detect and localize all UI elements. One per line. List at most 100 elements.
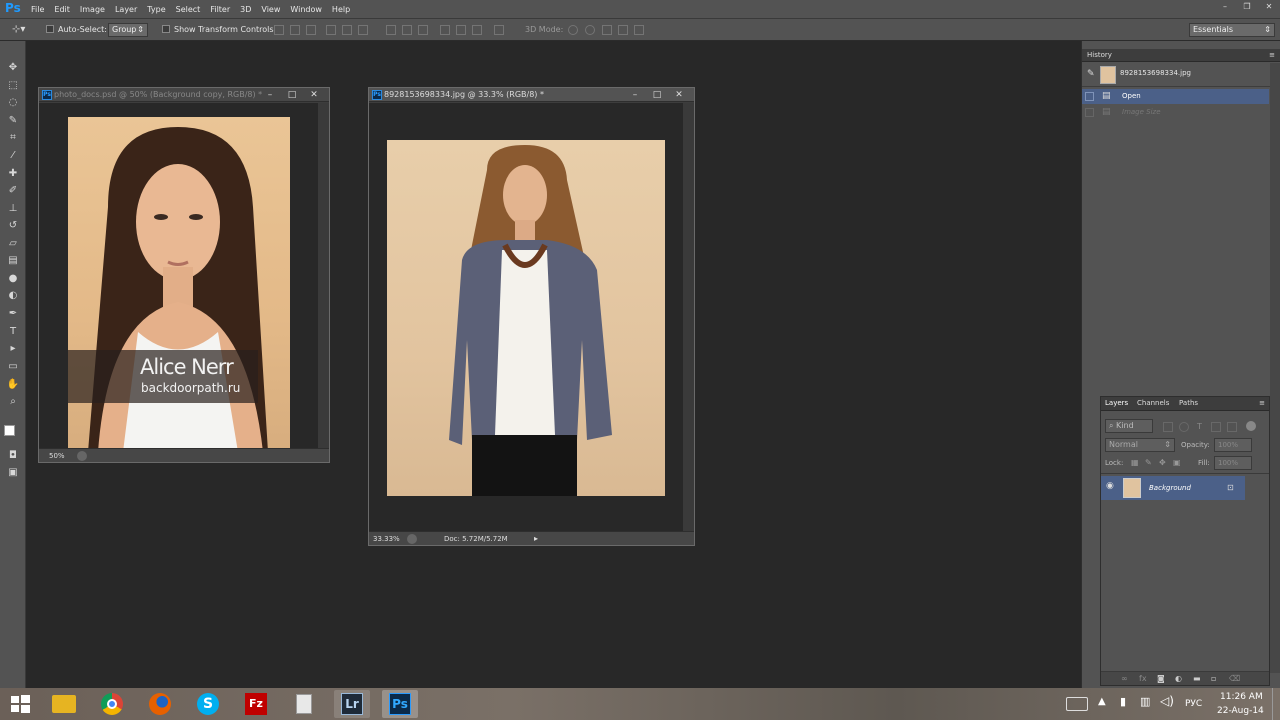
crop-tool-icon[interactable]: ⌗ xyxy=(6,131,20,145)
restore-button[interactable]: ❐ xyxy=(1236,0,1258,13)
lasso-tool-icon[interactable]: ◌ xyxy=(6,96,20,110)
distribute-vcenter-icon[interactable] xyxy=(402,25,412,35)
doc2-zoom-level[interactable]: 33.33% xyxy=(373,532,400,546)
align-hcenter-icon[interactable] xyxy=(342,25,352,35)
history-scrollbar[interactable] xyxy=(1270,63,1280,673)
pen-tool-icon[interactable]: ✒ xyxy=(6,307,20,321)
lock-pixels-icon[interactable]: ▦ xyxy=(1131,458,1139,467)
distribute-top-icon[interactable] xyxy=(386,25,396,35)
history-tab[interactable]: History xyxy=(1087,49,1112,62)
menu-layer[interactable]: Layer xyxy=(110,0,142,19)
doc2-status-menu-icon[interactable] xyxy=(407,534,417,544)
history-state-checkbox[interactable] xyxy=(1085,92,1094,101)
layer-name[interactable]: Background xyxy=(1149,476,1191,500)
shape-tool-icon[interactable]: ▭ xyxy=(6,360,20,374)
hand-tool-icon[interactable]: ✋ xyxy=(6,378,20,392)
minimize-button[interactable]: – xyxy=(1214,0,1236,13)
document-1-canvas[interactable]: Alice Nerr backdoorpath.ru xyxy=(39,103,329,452)
lock-position-icon[interactable]: ✥ xyxy=(1159,458,1166,467)
doc2-restore-button[interactable]: □ xyxy=(646,88,668,102)
distribute-right-icon[interactable] xyxy=(472,25,482,35)
3d-drag-icon[interactable] xyxy=(602,25,612,35)
clock-date[interactable]: 22-Aug-14 xyxy=(1217,706,1264,716)
file-explorer-button[interactable] xyxy=(46,690,82,718)
menu-select[interactable]: Select xyxy=(171,0,206,19)
menu-edit[interactable]: Edit xyxy=(49,0,75,19)
align-left-icon[interactable] xyxy=(326,25,336,35)
trash-icon[interactable]: ⌫ xyxy=(1229,674,1240,683)
menu-3d[interactable]: 3D xyxy=(235,0,256,19)
move-tool-icon[interactable]: ✥ xyxy=(6,61,20,75)
layers-tab[interactable]: Layers xyxy=(1105,397,1128,410)
history-snapshot[interactable]: ✎ 8928153698334.jpg xyxy=(1082,63,1280,87)
doc2-close-button[interactable]: ✕ xyxy=(668,88,690,102)
mask-icon[interactable]: ◙ xyxy=(1157,674,1165,683)
channels-tab[interactable]: Channels xyxy=(1137,397,1169,410)
doc1-zoom-level[interactable]: 50% xyxy=(49,449,65,463)
volume-icon[interactable]: ◁) xyxy=(1160,694,1174,708)
3d-scale-icon[interactable] xyxy=(634,25,644,35)
3d-rotate-icon[interactable] xyxy=(568,25,578,35)
doc1-restore-button[interactable]: □ xyxy=(281,88,303,102)
auto-select-dropdown[interactable]: Group ⇕ xyxy=(108,23,148,37)
filter-pixel-icon[interactable] xyxy=(1163,422,1173,432)
transform-checkbox[interactable] xyxy=(162,25,170,33)
lock-paint-icon[interactable]: ✎ xyxy=(1145,458,1152,467)
filter-adjust-icon[interactable] xyxy=(1179,422,1189,432)
history-state-checkbox[interactable] xyxy=(1085,108,1094,117)
history-item-open[interactable]: ▤ Open xyxy=(1082,89,1269,104)
align-top-icon[interactable] xyxy=(274,25,284,35)
photoshop-button[interactable]: Ps xyxy=(382,690,418,718)
paths-tab[interactable]: Paths xyxy=(1179,397,1198,410)
filter-smart-icon[interactable] xyxy=(1227,422,1237,432)
close-button[interactable]: ✕ xyxy=(1258,0,1280,13)
marquee-tool-icon[interactable]: ⬚ xyxy=(6,79,20,93)
menu-view[interactable]: View xyxy=(256,0,285,19)
document-1-scrollbar[interactable] xyxy=(318,103,329,449)
align-vcenter-icon[interactable] xyxy=(290,25,300,35)
battery-icon[interactable]: ▮ xyxy=(1120,695,1126,708)
lock-all-icon[interactable]: ▣ xyxy=(1173,458,1181,467)
auto-select-checkbox[interactable] xyxy=(46,25,54,33)
windows-start-button[interactable] xyxy=(2,690,38,718)
lightroom-button[interactable]: Lr xyxy=(334,690,370,718)
blend-mode-dropdown[interactable]: Normal ⇕ xyxy=(1105,438,1175,452)
distribute-bottom-icon[interactable] xyxy=(418,25,428,35)
show-desktop-button[interactable] xyxy=(1272,688,1280,720)
skype-button[interactable]: S xyxy=(190,690,226,718)
document-window-2[interactable]: Ps 8928153698334.jpg @ 33.3% (RGB/8) * –… xyxy=(368,87,695,546)
document-2-scrollbar[interactable] xyxy=(683,103,694,532)
zoom-tool-icon[interactable]: ⌕ xyxy=(6,395,20,409)
filezilla-button[interactable]: Fz xyxy=(238,690,274,718)
tray-up-icon[interactable]: ▲ xyxy=(1098,696,1106,707)
foreground-color-swatch[interactable] xyxy=(4,425,15,436)
eraser-tool-icon[interactable]: ▱ xyxy=(6,237,20,251)
new-layer-icon[interactable]: ▫ xyxy=(1211,674,1216,683)
dodge-tool-icon[interactable]: ◐ xyxy=(6,289,20,303)
fill-input[interactable]: 100% xyxy=(1214,456,1252,470)
screen-mode-icon[interactable]: ▣ xyxy=(6,466,20,480)
opacity-input[interactable]: 100% xyxy=(1214,438,1252,452)
3d-slide-icon[interactable] xyxy=(618,25,628,35)
eye-visibility-icon[interactable]: ◉ xyxy=(1106,481,1114,491)
3d-roll-icon[interactable] xyxy=(585,25,595,35)
menu-help[interactable]: Help xyxy=(327,0,355,19)
document-2-canvas[interactable] xyxy=(369,103,694,532)
fx-icon[interactable]: fx xyxy=(1139,674,1147,683)
clock-time[interactable]: 11:26 AM xyxy=(1220,692,1263,702)
menu-file[interactable]: File xyxy=(26,0,49,19)
history-item-image-size[interactable]: ▤ Image Size xyxy=(1082,105,1269,120)
doc1-status-menu-icon[interactable] xyxy=(77,451,87,461)
auto-select-option[interactable]: Auto-Select: xyxy=(46,19,107,41)
align-bottom-icon[interactable] xyxy=(306,25,316,35)
path-select-tool-icon[interactable]: ▸ xyxy=(6,342,20,356)
distribute-left-icon[interactable] xyxy=(440,25,450,35)
align-right-icon[interactable] xyxy=(358,25,368,35)
language-indicator[interactable]: РУС xyxy=(1185,699,1202,709)
layer-filter-dropdown[interactable]: ⌕ Kind xyxy=(1105,419,1153,433)
firefox-button[interactable] xyxy=(142,690,178,718)
document-1-titlebar[interactable]: Ps photo_docs.psd @ 50% (Background copy… xyxy=(39,88,329,102)
notepad-button[interactable] xyxy=(286,690,322,718)
menu-type[interactable]: Type xyxy=(142,0,170,19)
auto-align-icon[interactable] xyxy=(494,25,504,35)
